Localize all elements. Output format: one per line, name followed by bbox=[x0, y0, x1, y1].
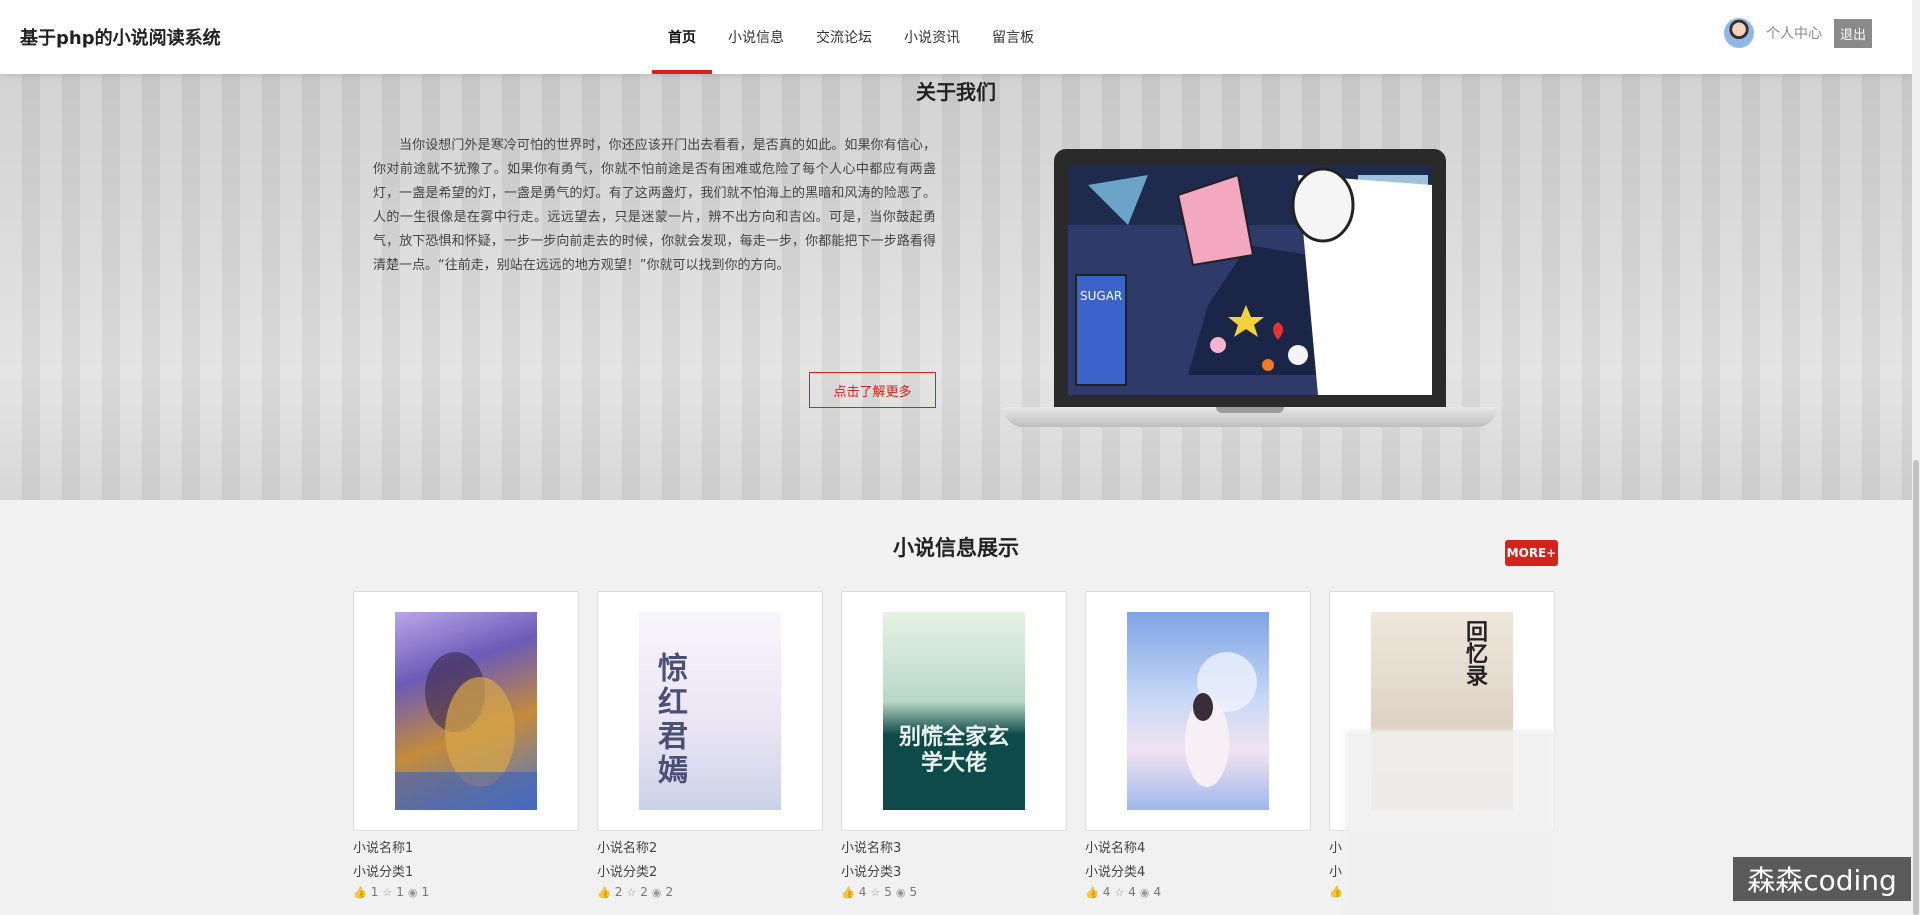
cover-art bbox=[395, 652, 537, 810]
scrollbar-thumb[interactable] bbox=[1913, 460, 1919, 915]
eye-icon: ◉ bbox=[407, 885, 418, 899]
likes-count: 4 bbox=[858, 885, 867, 899]
user-center-link[interactable]: 个人中心 bbox=[1766, 23, 1822, 43]
novel-cover-image bbox=[395, 612, 537, 810]
about-section: 关于我们 当你设想门外是寒冷可怕的世界时，你还应该开门出去看看，是否真的如此。如… bbox=[0, 74, 1912, 500]
thumbs-up-icon: 👍 bbox=[353, 885, 367, 899]
star-icon: ☆ bbox=[626, 885, 637, 899]
cover-title-text: 别慌全家玄学大佬 bbox=[898, 724, 1009, 776]
novel-cover-link[interactable]: 别慌全家玄学大佬 bbox=[841, 591, 1067, 831]
likes-count: 1 bbox=[370, 885, 379, 899]
nav-item-message-board[interactable]: 留言板 bbox=[976, 0, 1050, 74]
novel-card: 小说名称1 小说分类1 👍 1 ☆ 1 ◉ 1 bbox=[353, 591, 579, 899]
cover-art bbox=[1185, 652, 1257, 787]
likes-count: 4 bbox=[1102, 885, 1111, 899]
views-count: 4 bbox=[1153, 885, 1162, 899]
novel-category: 小说分类2 bbox=[597, 865, 658, 880]
views-count: 2 bbox=[665, 885, 674, 899]
more-button[interactable]: MORE+ bbox=[1505, 540, 1558, 566]
blurred-region bbox=[1345, 730, 1555, 915]
novel-category: 小说分类1 bbox=[353, 865, 414, 880]
nav-item-forum[interactable]: 交流论坛 bbox=[800, 0, 888, 74]
sugar-label: SUGAR bbox=[1080, 289, 1122, 303]
views-count: 5 bbox=[909, 885, 918, 899]
novel-name[interactable]: 小说名称2 bbox=[597, 837, 823, 857]
cover-title-text: 回忆录 bbox=[1462, 620, 1488, 686]
novel-cover-image: 别慌全家玄学大佬 bbox=[883, 612, 1025, 810]
main-nav: 首页 小说信息 交流论坛 小说资讯 留言板 bbox=[652, 0, 1050, 74]
eye-icon: ◉ bbox=[895, 885, 906, 899]
laptop-notch bbox=[1216, 407, 1284, 413]
learn-more-button[interactable]: 点击了解更多 bbox=[809, 372, 936, 408]
user-area: 个人中心 退出 bbox=[1723, 18, 1872, 48]
novel-cover-link[interactable]: 惊红君嫣 bbox=[597, 591, 823, 831]
nav-item-home[interactable]: 首页 bbox=[652, 0, 712, 74]
favorites-count: 1 bbox=[396, 885, 404, 899]
logout-button[interactable]: 退出 bbox=[1833, 18, 1872, 48]
novels-section-title: 小说信息展示 bbox=[893, 536, 1019, 560]
thumbs-up-icon: 👍 bbox=[597, 885, 611, 899]
novel-card: 别慌全家玄学大佬 小说名称3 小说分类3 👍 4 ☆ 5 ◉ 5 bbox=[841, 591, 1067, 899]
avatar[interactable] bbox=[1723, 18, 1754, 48]
novel-cover-image: 惊红君嫣 bbox=[639, 612, 781, 810]
novel-cover-link[interactable] bbox=[353, 591, 579, 831]
star-icon: ☆ bbox=[1114, 885, 1125, 899]
thumbs-up-icon: 👍 bbox=[1085, 885, 1099, 899]
favorites-count: 5 bbox=[884, 885, 892, 899]
star-icon: ☆ bbox=[870, 885, 881, 899]
novel-name[interactable]: 小说名称3 bbox=[841, 837, 1067, 857]
about-text: 当你设想门外是寒冷可怕的世界时，你还应该开门出去看看，是否真的如此。如果你有信心… bbox=[373, 138, 936, 273]
cover-title-text: 惊红君嫣 bbox=[652, 652, 687, 788]
novel-cover-image bbox=[1127, 612, 1269, 810]
novel-category: 小说分类4 bbox=[1085, 865, 1146, 880]
eye-icon: ◉ bbox=[651, 885, 662, 899]
nav-item-novel-info[interactable]: 小说信息 bbox=[712, 0, 800, 74]
watermark: 森森coding bbox=[1733, 857, 1911, 901]
site-title[interactable]: 基于php的小说阅读系统 bbox=[20, 24, 221, 50]
likes-count: 2 bbox=[614, 885, 623, 899]
novel-category: 小说分类3 bbox=[841, 865, 902, 880]
about-title: 关于我们 bbox=[916, 80, 996, 104]
novel-card: 惊红君嫣 小说名称2 小说分类2 👍 2 ☆ 2 ◉ 2 bbox=[597, 591, 823, 899]
novel-stats: 👍 4 ☆ 4 ◉ 4 bbox=[1085, 885, 1311, 899]
novel-card: 小说名称4 小说分类4 👍 4 ☆ 4 ◉ 4 bbox=[1085, 591, 1311, 899]
favorites-count: 2 bbox=[640, 885, 648, 899]
novel-stats: 👍 2 ☆ 2 ◉ 2 bbox=[597, 885, 823, 899]
thumbs-up-icon: 👍 bbox=[841, 885, 855, 899]
top-header: 基于php的小说阅读系统 首页 小说信息 交流论坛 小说资讯 留言板 个人中心 … bbox=[0, 0, 1912, 74]
views-count: 1 bbox=[421, 885, 430, 899]
novel-name[interactable]: 小说名称4 bbox=[1085, 837, 1311, 857]
page-scrollbar[interactable] bbox=[1912, 0, 1920, 915]
novel-stats: 👍 1 ☆ 1 ◉ 1 bbox=[353, 885, 579, 899]
novel-name[interactable]: 小说名称1 bbox=[353, 837, 579, 857]
eye-icon: ◉ bbox=[1139, 885, 1150, 899]
thumbs-up-icon: 👍 bbox=[1329, 885, 1343, 898]
nav-item-novel-news[interactable]: 小说资讯 bbox=[888, 0, 976, 74]
star-icon: ☆ bbox=[382, 885, 393, 899]
favorites-count: 4 bbox=[1128, 885, 1136, 899]
laptop-display: SUGAR bbox=[1068, 165, 1432, 395]
laptop-illustration: SUGAR bbox=[1054, 149, 1446, 407]
cartoon-scientist-image: SUGAR bbox=[1068, 165, 1432, 395]
novel-stats: 👍 4 ☆ 5 ◉ 5 bbox=[841, 885, 1067, 899]
novel-cover-link[interactable] bbox=[1085, 591, 1311, 831]
